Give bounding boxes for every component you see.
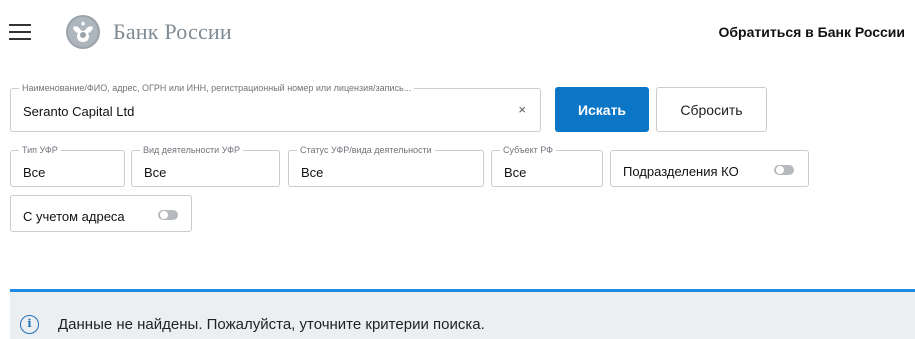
no-results-message: Данные не найдены. Пожалуйста, уточните … (58, 316, 485, 333)
site-header: Банк России Обратиться в Банк России (0, 0, 915, 66)
ko-divisions-label: Подразделения КО (623, 164, 739, 179)
with-address-switch[interactable] (158, 210, 178, 220)
search-input[interactable] (23, 101, 493, 121)
brand-name[interactable]: Банк России (113, 19, 232, 45)
ko-divisions-toggle[interactable]: Подразделения КО (610, 150, 809, 187)
ufr-type-select[interactable]: Тип УФР Все (10, 145, 125, 187)
region-value: Все (504, 165, 527, 180)
ufr-type-label: Тип УФР (19, 145, 61, 156)
contact-bank-link[interactable]: Обратиться в Банк России (719, 24, 905, 40)
activity-type-label: Вид деятельности УФР (140, 145, 243, 156)
ufr-type-value: Все (23, 165, 46, 180)
with-address-toggle[interactable]: С учетом адреса (10, 195, 192, 232)
status-select[interactable]: Статус УФР/вида деятельности Все (288, 145, 484, 187)
clear-icon[interactable]: × (518, 103, 526, 117)
ko-divisions-switch[interactable] (774, 165, 794, 175)
search-field[interactable]: Наименование/ФИО, адрес, ОГРН или ИНН, р… (10, 83, 541, 132)
activity-type-value: Все (144, 165, 167, 180)
with-address-label: С учетом адреса (23, 209, 125, 224)
status-value: Все (301, 165, 324, 180)
region-label: Субъект РФ (500, 145, 556, 156)
bank-emblem-icon[interactable] (65, 14, 101, 50)
region-select[interactable]: Субъект РФ Все (491, 145, 603, 187)
search-field-label: Наименование/ФИО, адрес, ОГРН или ИНН, р… (19, 83, 415, 94)
hamburger-menu-icon[interactable] (9, 24, 31, 40)
status-label: Статус УФР/вида деятельности (297, 145, 435, 156)
info-icon: i (20, 315, 39, 334)
activity-type-select[interactable]: Вид деятельности УФР Все (131, 145, 280, 187)
no-results-alert: i Данные не найдены. Пожалуйста, уточнит… (10, 289, 915, 339)
search-button[interactable]: Искать (555, 87, 649, 132)
reset-button[interactable]: Сбросить (656, 87, 767, 132)
